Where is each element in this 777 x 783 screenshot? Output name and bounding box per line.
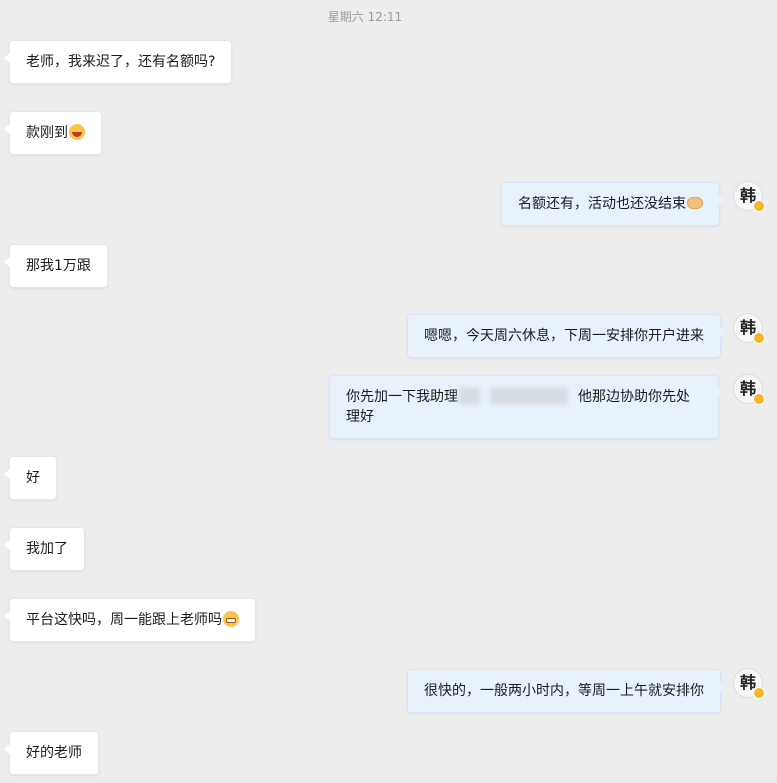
redacted-contact xyxy=(490,387,568,405)
verified-badge-icon xyxy=(753,687,765,699)
message-text: 款刚到 xyxy=(26,125,68,141)
message-text: 平台这快吗，周一能跟上老师吗 xyxy=(26,612,222,628)
message-text: 你先加一下我助理 xyxy=(346,389,458,405)
message-text: 很快的，一般两小时内，等周一上午就安排你 xyxy=(424,683,704,699)
message-text: 他那边协助你先处 xyxy=(578,389,690,405)
redacted-contact xyxy=(458,387,480,405)
sender-avatar[interactable]: 韩 xyxy=(733,181,765,212)
message-bubble-incoming[interactable]: 好 xyxy=(4,456,57,500)
verified-badge-icon xyxy=(753,332,765,344)
message-bubble-outgoing[interactable]: 很快的，一般两小时内，等周一上午就安排你 xyxy=(407,669,726,713)
message-text: 老师，我来迟了，还有名额吗? xyxy=(26,54,216,70)
handshake-emoji-icon xyxy=(687,197,703,209)
sender-avatar[interactable]: 韩 xyxy=(733,668,765,699)
message-bubble-outgoing[interactable]: 名额还有，活动也还没结束 xyxy=(501,182,725,226)
verified-badge-icon xyxy=(753,200,765,212)
message-text: 好 xyxy=(26,470,40,486)
message-text: 嗯嗯，今天周六休息，下周一安排你开户进来 xyxy=(424,328,704,344)
message-bubble-outgoing[interactable]: 你先加一下我助理 他那边协助你先处 理好 xyxy=(329,375,724,439)
message-bubble-incoming[interactable]: 款刚到 xyxy=(4,111,102,155)
message-bubble-incoming[interactable]: 我加了 xyxy=(4,527,85,571)
message-bubble-incoming[interactable]: 平台这快吗，周一能跟上老师吗 xyxy=(4,598,256,642)
message-bubble-incoming[interactable]: 老师，我来迟了，还有名额吗? xyxy=(3,40,233,84)
message-text: 理好 xyxy=(346,409,374,425)
message-text: 我加了 xyxy=(26,541,68,557)
sender-avatar[interactable]: 韩 xyxy=(733,313,765,344)
message-text: 好的老师 xyxy=(26,745,82,761)
message-bubble-outgoing[interactable]: 嗯嗯，今天周六休息，下周一安排你开户进来 xyxy=(407,314,726,358)
verified-badge-icon xyxy=(753,393,765,405)
chat-timestamp: 星期六 12:11 xyxy=(327,10,403,24)
grinning-teeth-emoji-icon xyxy=(223,611,239,627)
message-text: 名额还有，活动也还没结束 xyxy=(518,196,686,212)
sender-avatar[interactable]: 韩 xyxy=(733,374,765,405)
message-text: 那我1万跟 xyxy=(26,258,91,274)
message-bubble-incoming[interactable]: 好的老师 xyxy=(4,731,99,775)
message-bubble-incoming[interactable]: 那我1万跟 xyxy=(4,244,108,288)
laughing-crying-emoji-icon xyxy=(69,124,85,140)
